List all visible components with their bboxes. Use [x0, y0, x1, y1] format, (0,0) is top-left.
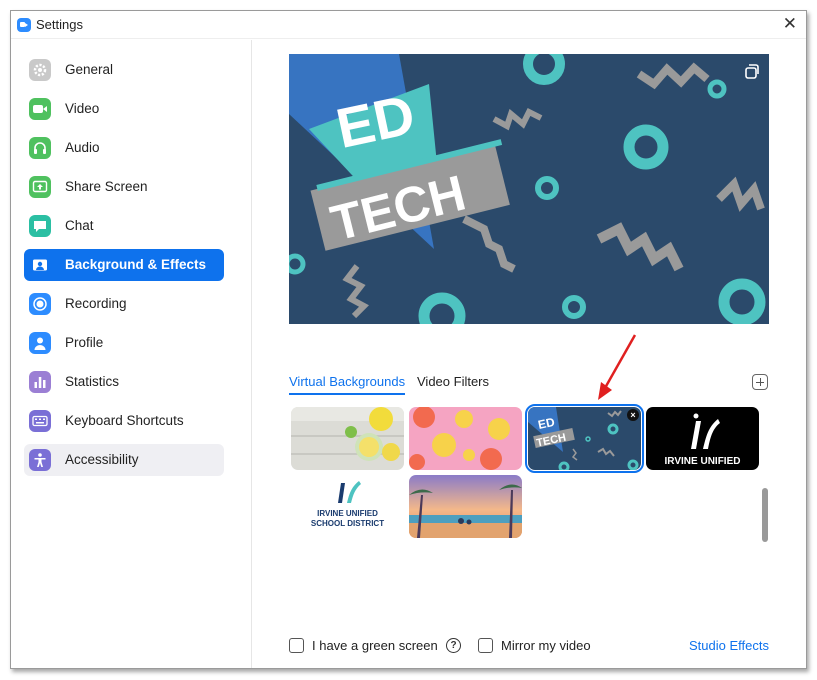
sidebar-item-label: Audio: [65, 140, 100, 155]
sidebar-item-label: Background & Effects: [65, 257, 207, 272]
settings-sidebar: General Video Audio Share Screen Chat Ba…: [11, 40, 252, 668]
lemons-image: [291, 407, 404, 470]
background-effects-panel: ED TECH Virtual Backgrounds Video Filter…: [253, 40, 806, 668]
green-screen-label: I have a green screen: [312, 638, 438, 653]
sidebar-item-label: Keyboard Shortcuts: [65, 413, 184, 428]
help-icon[interactable]: ?: [446, 638, 461, 653]
thumbnail-ed-tech[interactable]: ED TECH ×: [525, 404, 644, 473]
title-bar: Settings ✕: [11, 11, 806, 39]
add-background-button[interactable]: [752, 374, 768, 390]
remove-background-button[interactable]: ×: [627, 409, 639, 421]
tab-video-filters[interactable]: Video Filters: [417, 374, 489, 393]
window-title: Settings: [36, 17, 83, 32]
thumbnail-lemons[interactable]: [291, 407, 404, 470]
close-window-button[interactable]: ✕: [783, 15, 797, 33]
sidebar-item-label: Profile: [65, 335, 104, 350]
sidebar-item-label: Chat: [65, 218, 94, 233]
sidebar-item-video[interactable]: Video: [24, 93, 224, 125]
thumbnail-citrus-pink[interactable]: [409, 407, 522, 470]
bar-chart-icon: [29, 371, 51, 393]
keyboard-icon: [29, 410, 51, 432]
citrus-on-pink-image: [409, 407, 522, 470]
gear-icon: [29, 59, 51, 81]
sidebar-item-label: Accessibility: [65, 452, 139, 467]
share-screen-icon: [29, 176, 51, 198]
irvine-usd-caption-line2: SCHOOL DISTRICT: [311, 519, 384, 528]
sidebar-item-audio[interactable]: Audio: [24, 132, 224, 164]
swap-camera-icon[interactable]: [741, 62, 761, 82]
screenshot-frame: Settings ✕ General Video Audio Share Scr…: [0, 0, 817, 680]
accessibility-icon: [29, 449, 51, 471]
settings-window: Settings ✕ General Video Audio Share Scr…: [10, 10, 807, 669]
chat-bubble-icon: [29, 215, 51, 237]
irvine-usd-image: IRVINE UNIFIED SCHOOL DISTRICT: [291, 475, 404, 538]
background-thumbnails: ED TECH × IRVINE UNIFIED IRVINE UNIFIED …: [289, 403, 763, 593]
zoom-app-icon: [17, 18, 31, 32]
tab-virtual-backgrounds[interactable]: Virtual Backgrounds: [289, 374, 406, 395]
sidebar-item-profile[interactable]: Profile: [24, 327, 224, 359]
record-icon: [29, 293, 51, 315]
sidebar-item-general[interactable]: General: [24, 54, 224, 86]
sidebar-item-label: Video: [65, 101, 100, 116]
sidebar-item-statistics[interactable]: Statistics: [24, 366, 224, 398]
sidebar-item-keyboard-shortcuts[interactable]: Keyboard Shortcuts: [24, 405, 224, 437]
thumbnails-scrollbar[interactable]: [762, 404, 768, 544]
ed-tech-thumbnail-image: ED TECH: [528, 407, 641, 470]
options-row: I have a green screen ? Mirror my video …: [289, 637, 769, 655]
video-preview: ED TECH: [289, 54, 769, 324]
sidebar-item-share-screen[interactable]: Share Screen: [24, 171, 224, 203]
sidebar-item-background-effects[interactable]: Background & Effects: [24, 249, 224, 281]
thumbnail-irvine-usd[interactable]: IRVINE UNIFIED SCHOOL DISTRICT: [291, 475, 404, 538]
scrollbar-thumb[interactable]: [762, 488, 768, 542]
thumbnail-irvine-unified[interactable]: IRVINE UNIFIED: [646, 407, 759, 470]
sidebar-item-recording[interactable]: Recording: [24, 288, 224, 320]
thumbnail-beach-sunset[interactable]: [409, 475, 522, 538]
studio-effects-link[interactable]: Studio Effects: [689, 638, 769, 653]
sidebar-item-chat[interactable]: Chat: [24, 210, 224, 242]
sidebar-item-label: Recording: [65, 296, 127, 311]
sidebar-item-label: Statistics: [65, 374, 120, 389]
video-camera-icon: [29, 98, 51, 120]
mirror-video-label: Mirror my video: [501, 638, 591, 653]
profile-icon: [29, 332, 51, 354]
sidebar-item-accessibility[interactable]: Accessibility: [24, 444, 224, 476]
mirror-video-checkbox[interactable]: [478, 638, 493, 653]
ed-tech-preview-image: ED TECH: [289, 54, 769, 324]
beach-sunset-image: [409, 475, 522, 538]
person-card-icon: [29, 254, 51, 276]
sidebar-item-label: Share Screen: [65, 179, 148, 194]
sidebar-item-label: General: [65, 62, 114, 77]
irvine-unified-black-image: IRVINE UNIFIED: [646, 407, 759, 470]
irvine-usd-caption-line1: IRVINE UNIFIED: [317, 509, 378, 518]
red-annotation-arrow: [598, 334, 637, 400]
green-screen-checkbox[interactable]: [289, 638, 304, 653]
irvine-unified-caption: IRVINE UNIFIED: [665, 456, 741, 467]
background-tabs: Virtual Backgrounds Video Filters: [289, 374, 769, 396]
headphones-icon: [29, 137, 51, 159]
